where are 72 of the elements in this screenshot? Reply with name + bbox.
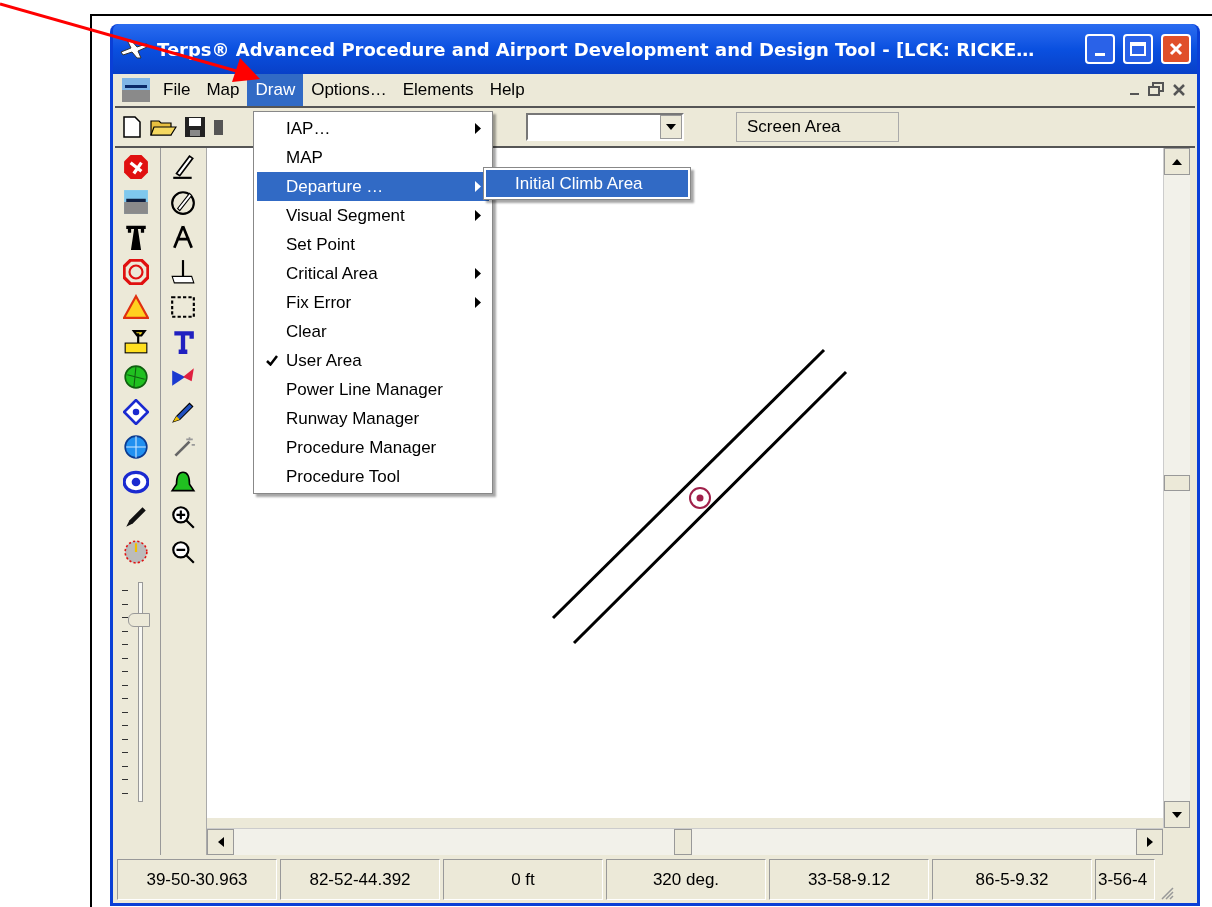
horizontal-scrollbar[interactable]: [207, 828, 1163, 855]
menu-item[interactable]: Draw: [247, 74, 304, 106]
menu-item[interactable]: Power Line Manager: [257, 375, 489, 404]
highlighter-icon[interactable]: [170, 399, 197, 425]
scroll-left-icon[interactable]: [217, 837, 224, 847]
pencil-circle-icon[interactable]: [170, 189, 197, 215]
globe-grid-icon[interactable]: [123, 434, 150, 460]
screen-area-label: Screen Area: [736, 112, 899, 142]
globe-icon[interactable]: [123, 364, 150, 390]
vertical-scrollbar[interactable]: [1163, 148, 1190, 828]
menu-item[interactable]: User Area: [257, 346, 489, 375]
menu-item[interactable]: IAP…: [257, 114, 489, 143]
menu-item[interactable]: Help: [481, 74, 533, 106]
target-marker: [689, 487, 711, 509]
menu-item-label: Power Line Manager: [286, 378, 444, 401]
menu-item[interactable]: Critical Area: [257, 259, 489, 288]
status-panel: 86-5-9.32: [932, 859, 1092, 900]
menu-item-label: Procedure Tool: [286, 465, 402, 488]
menu-item[interactable]: Departure …: [257, 172, 489, 201]
status-panel: 82-52-44.392: [280, 859, 440, 900]
menu-item-label: Departure …: [286, 175, 385, 198]
new-file-icon[interactable]: [121, 115, 143, 139]
scroll-thumb[interactable]: [1164, 475, 1190, 491]
menu-item-label: Critical Area: [286, 262, 379, 285]
caret-icon[interactable]: [666, 124, 676, 130]
stop-sign-icon[interactable]: [123, 154, 150, 180]
minimize-button[interactable]: [1085, 34, 1115, 64]
scroll-down-icon[interactable]: [1172, 811, 1182, 818]
maximize-button[interactable]: [1123, 34, 1153, 64]
menu-item-label: IAP…: [286, 117, 332, 140]
menu-item[interactable]: Options…: [303, 74, 395, 106]
zoom-in-icon[interactable]: [170, 504, 197, 530]
close-icon: [1168, 41, 1184, 57]
menu-item-label: Procedure Manager: [286, 436, 438, 459]
close-button[interactable]: [1161, 34, 1191, 64]
scroll-right-icon[interactable]: [1146, 837, 1153, 847]
selection-rectangle-icon[interactable]: [170, 294, 197, 320]
menu-item-label: Fix Error: [286, 291, 353, 314]
menu-item[interactable]: Clear: [257, 317, 489, 346]
pencil-icon[interactable]: [170, 154, 197, 180]
menu-item[interactable]: Map: [198, 74, 248, 106]
dropdown-field[interactable]: [526, 113, 684, 141]
warning-triangle-icon[interactable]: [123, 294, 150, 320]
status-panel: 320 deg.: [606, 859, 766, 900]
restricted-sign-icon[interactable]: [123, 259, 150, 285]
menu-item-label: Runway Manager: [286, 407, 421, 430]
radio-station-icon[interactable]: [123, 329, 150, 355]
menu-item[interactable]: MAP: [257, 143, 489, 172]
menu-item[interactable]: Procedure Manager: [257, 433, 489, 462]
menu-item[interactable]: Elements: [394, 74, 482, 106]
status-panel: 3-56-4: [1095, 859, 1155, 900]
status-panel: 0 ft: [443, 859, 603, 900]
menu-item-label: Set Point: [286, 233, 356, 256]
clock-icon[interactable]: [123, 539, 150, 565]
menu-item[interactable]: File: [155, 74, 199, 106]
menu-item-label: User Area: [286, 349, 363, 372]
menu-item[interactable]: Runway Manager: [257, 404, 489, 433]
status-panel: 39-50-30.963: [117, 859, 277, 900]
menu-item-label: Clear: [286, 320, 328, 343]
menu-item[interactable]: Fix Error: [257, 288, 489, 317]
menu-item[interactable]: Procedure Tool: [257, 462, 489, 491]
waypoint-diamond-icon[interactable]: [123, 399, 150, 425]
menu-item-label: MAP: [286, 146, 324, 169]
scroll-thumb[interactable]: [674, 829, 692, 855]
menu-item[interactable]: Initial Climb Area: [486, 170, 688, 197]
save-icon[interactable]: [183, 115, 207, 139]
status-panel: 33-58-9.12: [769, 859, 929, 900]
menu-item[interactable]: Visual Segment: [257, 201, 489, 230]
zoom-out-icon[interactable]: [170, 539, 197, 565]
scroll-up-icon[interactable]: [1172, 158, 1182, 165]
menu-item[interactable]: Set Point: [257, 230, 489, 259]
menu-item-label: Visual Segment: [286, 204, 406, 227]
